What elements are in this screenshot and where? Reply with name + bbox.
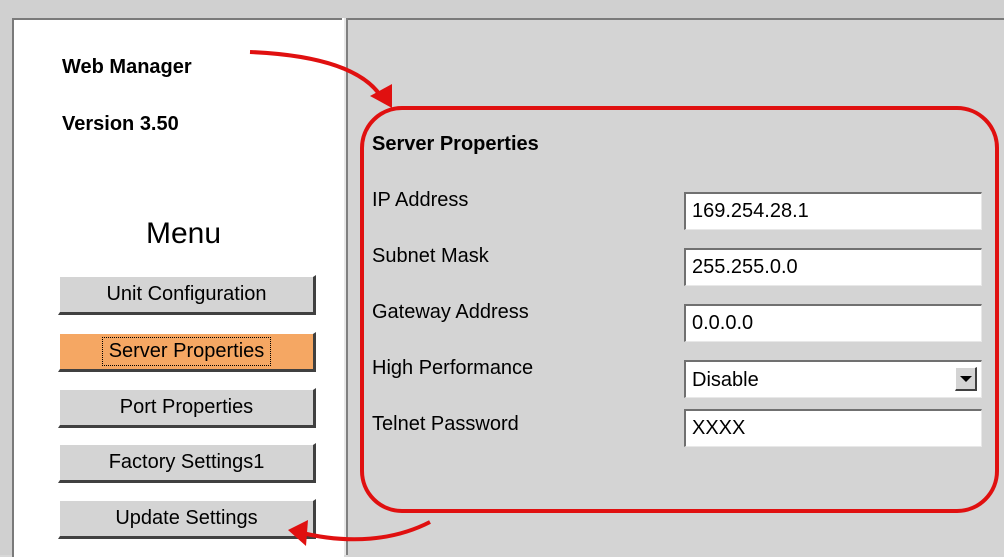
select-value: Disable — [692, 369, 759, 391]
gateway-address-input[interactable] — [684, 304, 982, 342]
update-settings-button[interactable]: Update Settings — [58, 499, 316, 539]
telnet-password-input[interactable] — [684, 409, 982, 447]
server-properties-button[interactable]: Server Properties — [58, 332, 316, 372]
high-performance-select[interactable]: Disable — [684, 360, 982, 398]
subnet-mask-label: Subnet Mask — [372, 245, 489, 267]
section-title: Server Properties — [372, 133, 539, 155]
ip-address-label: IP Address — [372, 189, 469, 211]
subnet-mask-input[interactable] — [684, 248, 982, 286]
chevron-down-icon[interactable] — [955, 367, 977, 391]
button-label: Port Properties — [119, 396, 254, 418]
unit-configuration-button[interactable]: Unit Configuration — [58, 275, 316, 315]
gateway-address-label: Gateway Address — [372, 301, 529, 323]
button-label: Unit Configuration — [106, 283, 267, 305]
telnet-password-label: Telnet Password — [372, 413, 519, 435]
menu-heading: Menu — [146, 217, 222, 250]
button-label: Update Settings — [115, 507, 258, 529]
button-label: Server Properties — [101, 337, 272, 366]
ip-address-input[interactable] — [684, 192, 982, 230]
button-label: Factory Settings1 — [108, 451, 265, 473]
app-version: Version 3.50 — [62, 113, 179, 135]
high-performance-label: High Performance — [372, 357, 534, 379]
port-properties-button[interactable]: Port Properties — [58, 388, 316, 428]
web-manager-window: Web Manager Version 3.50 Menu Unit Confi… — [0, 0, 1004, 557]
factory-settings-button[interactable]: Factory Settings1 — [58, 443, 316, 483]
content-panel — [348, 18, 1004, 557]
app-title: Web Manager — [62, 56, 192, 78]
